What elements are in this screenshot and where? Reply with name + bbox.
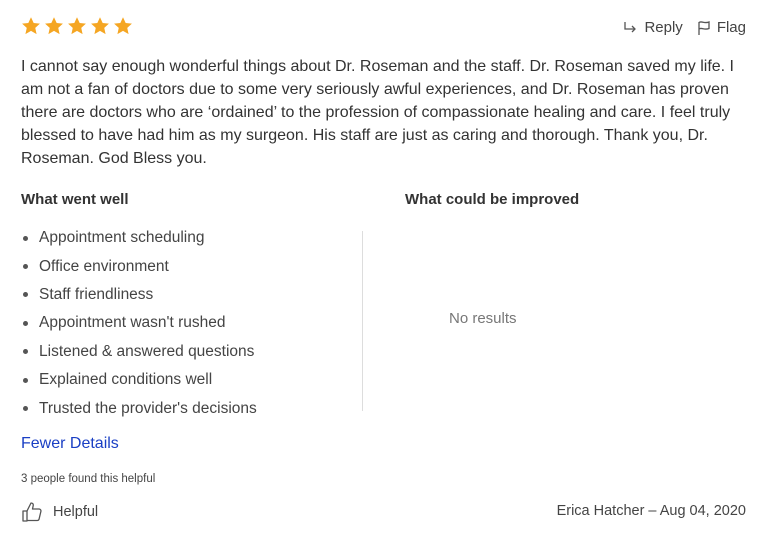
star-icon [44,16,64,36]
list-item: Listened & answered questions [21,338,257,366]
list-item: Office environment [21,252,257,280]
reply-arrow-icon [622,21,638,35]
went-well-heading: What went well [21,191,129,208]
helpful-button[interactable]: Helpful [21,501,98,523]
bullet-icon [23,292,28,298]
list-item: Staff friendliness [21,281,257,309]
flag-label: Flag [716,19,746,36]
star-icon [113,16,133,36]
star-rating [21,16,133,36]
bullet-icon [23,377,28,383]
no-results-text: No results [449,310,517,327]
flag-button[interactable]: Flag [697,19,746,36]
bullet-icon [23,264,28,270]
flag-icon [697,20,711,36]
star-icon [90,16,110,36]
bullet-icon [23,406,28,412]
thumbs-up-icon [21,501,43,523]
went-well-list: Appointment scheduling Office environmen… [21,224,257,423]
review-text: I cannot say enough wonderful things abo… [21,58,734,167]
star-icon [67,16,87,36]
helpful-count: 3 people found this helpful [21,473,156,485]
improve-heading: What could be improved [405,191,580,208]
list-item: Appointment wasn't rushed [21,309,257,337]
column-divider [362,231,363,411]
bullet-icon [23,320,28,326]
fewer-details-link[interactable]: Fewer Details [21,435,119,453]
review-actions: Reply Flag [622,19,746,36]
reply-button[interactable]: Reply [622,19,683,36]
bullet-icon [23,235,28,241]
list-item: Trusted the provider's decisions [21,394,257,422]
helpful-label: Helpful [53,504,99,520]
list-item: Explained conditions well [21,366,257,394]
review-author-date: Erica Hatcher – Aug 04, 2020 [556,503,746,519]
star-icon [21,16,41,36]
bullet-icon [23,349,28,355]
reply-label: Reply [644,19,683,36]
list-item: Appointment scheduling [21,224,257,252]
